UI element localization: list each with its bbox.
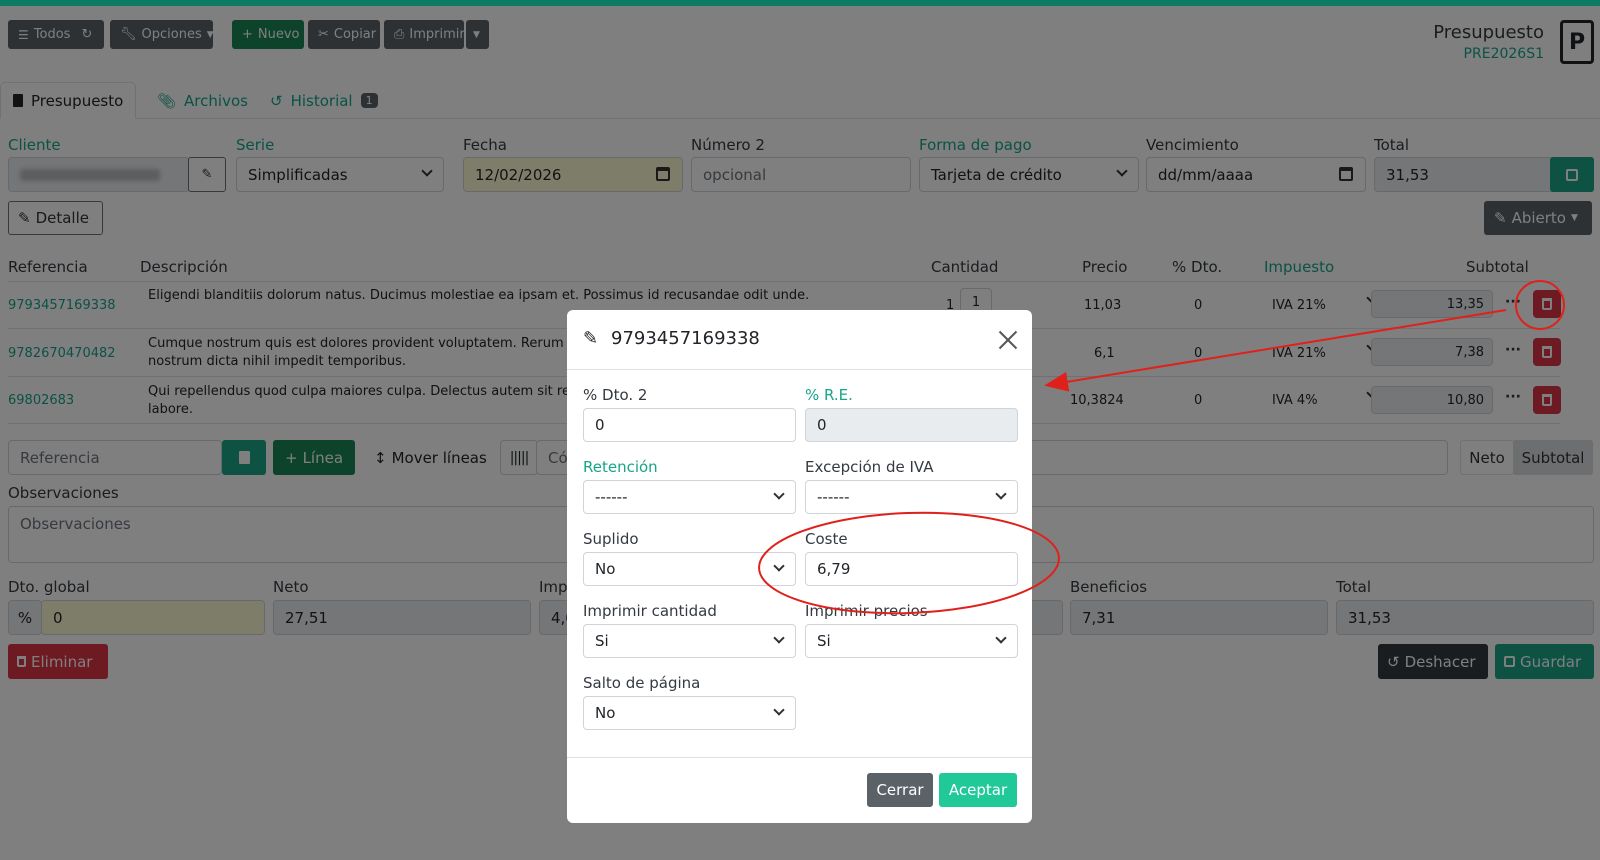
modal-title: 9793457169338 [611, 328, 760, 349]
aceptar-button[interactable]: Aceptar [939, 773, 1017, 807]
modal-header: ✎ 9793457169338 [567, 310, 1032, 370]
close-icon[interactable] [998, 330, 1018, 350]
chevron-down-icon [773, 560, 785, 572]
modal-footer: Cerrar Aceptar [567, 757, 1032, 823]
imp-precios-select[interactable]: Si [805, 624, 1018, 658]
re-input: 0 [805, 408, 1018, 442]
coste-input[interactable]: 6,79 [805, 552, 1018, 586]
dto2-input[interactable]: 0 [583, 408, 796, 442]
excepcion-label: Excepción de IVA [805, 458, 934, 476]
salto-select[interactable]: No [583, 696, 796, 730]
imp-precios-label: Imprimir precios [805, 602, 928, 620]
retencion-select[interactable]: ------ [583, 480, 796, 514]
imp-cantidad-label: Imprimir cantidad [583, 602, 717, 620]
dto2-label: % Dto. 2 [583, 386, 648, 404]
salto-label: Salto de página [583, 674, 701, 692]
chevron-down-icon [773, 632, 785, 644]
suplido-select[interactable]: No [583, 552, 796, 586]
cerrar-button[interactable]: Cerrar [867, 773, 933, 807]
re-label: % R.E. [805, 386, 853, 404]
suplido-label: Suplido [583, 530, 639, 548]
chevron-down-icon [995, 632, 1007, 644]
excepcion-select[interactable]: ------ [805, 480, 1018, 514]
imp-cantidad-select[interactable]: Si [583, 624, 796, 658]
line-detail-modal: ✎ 9793457169338 % Dto. 2 0 % R.E. 0 Rete… [567, 310, 1032, 823]
edit-square-icon: ✎ [583, 328, 599, 349]
chevron-down-icon [773, 488, 785, 500]
chevron-down-icon [995, 488, 1007, 500]
chevron-down-icon [773, 704, 785, 716]
coste-label: Coste [805, 530, 848, 548]
retencion-label: Retención [583, 458, 658, 476]
